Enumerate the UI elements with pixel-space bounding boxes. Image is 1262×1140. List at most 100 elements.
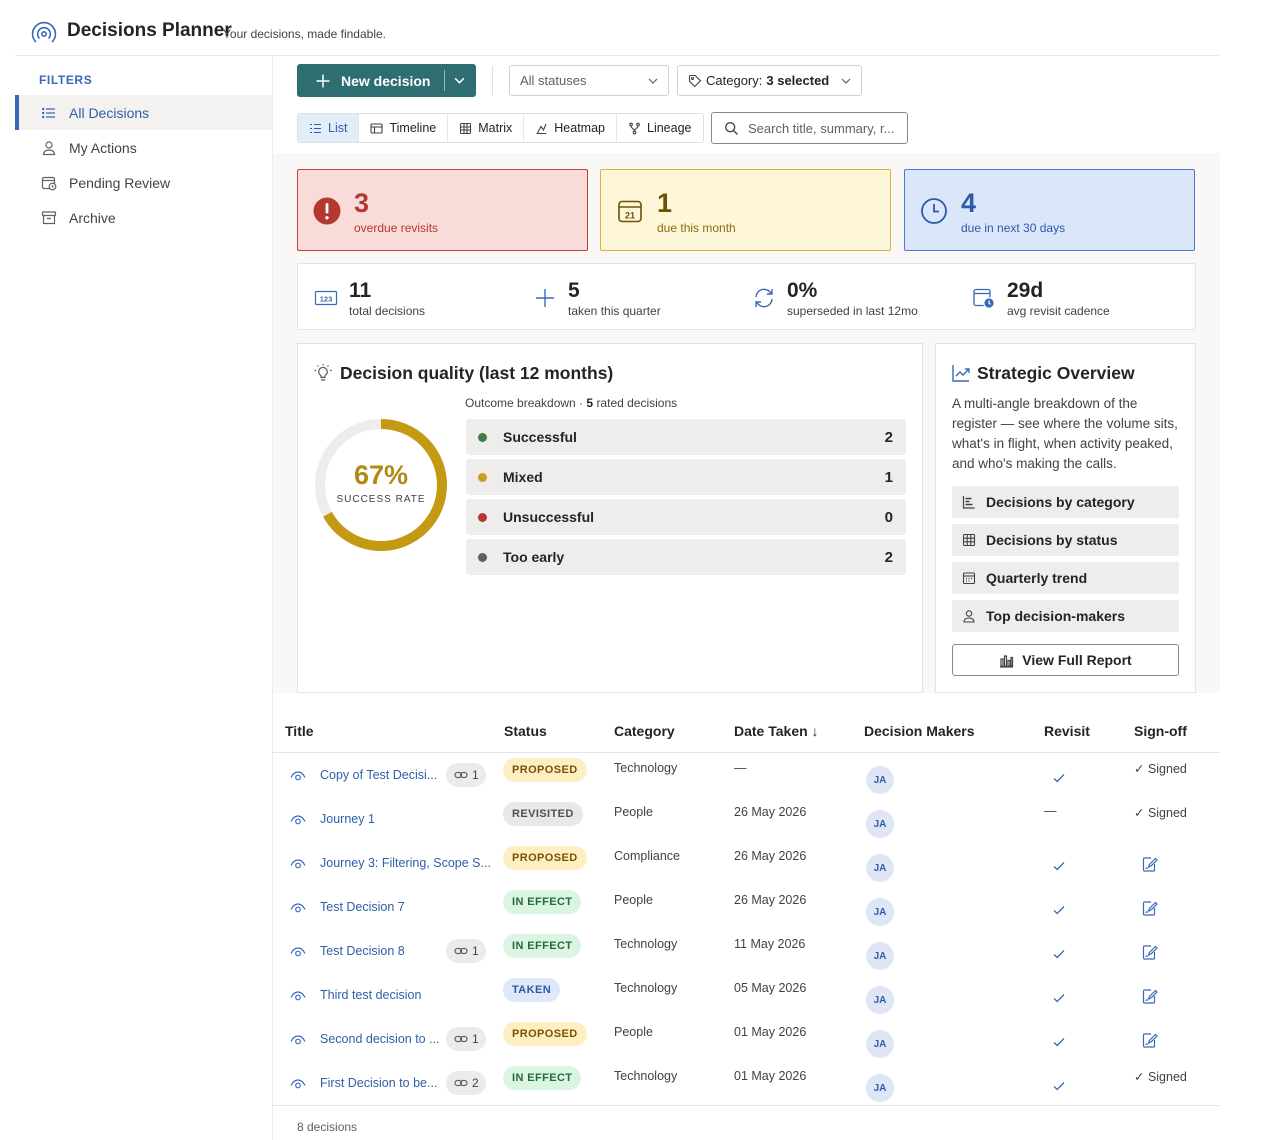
outcome-row-mixed[interactable]: Mixed 1 xyxy=(466,459,906,495)
sidebar-item-my-actions[interactable]: My Actions xyxy=(15,130,272,165)
table-row[interactable]: Copy of Test Decisi... 1 PROPOSED Technolog… xyxy=(273,753,1220,797)
column-header-date-taken[interactable]: Date Taken ↓ xyxy=(734,723,819,739)
eye-icon[interactable] xyxy=(290,900,306,916)
number-icon: 123 xyxy=(314,290,338,306)
sidebar-item-pending-review[interactable]: Pending Review xyxy=(15,165,272,200)
chevron-down-icon[interactable] xyxy=(453,74,466,87)
eye-icon[interactable] xyxy=(290,1076,306,1092)
column-header-revisit[interactable]: Revisit xyxy=(1044,723,1090,739)
tab-heatmap[interactable]: Heatmap xyxy=(524,114,617,142)
calendar-icon xyxy=(962,572,976,585)
column-header-category[interactable]: Category xyxy=(614,723,675,739)
eye-icon[interactable] xyxy=(290,1032,306,1048)
table-row[interactable]: Test Decision 7 IN EFFECT People 26 May 202… xyxy=(273,885,1220,929)
decision-title-link[interactable]: Copy of Test Decisi... xyxy=(320,768,437,782)
category-cell: Technology xyxy=(614,981,678,995)
column-header-status[interactable]: Status xyxy=(504,723,547,739)
avatar[interactable]: JA xyxy=(866,942,894,970)
tab-matrix[interactable]: Matrix xyxy=(448,114,525,142)
status-badge: PROPOSED xyxy=(503,758,587,782)
tab-timeline[interactable]: Timeline xyxy=(359,114,449,142)
view-full-report-button[interactable]: View Full Report xyxy=(952,644,1179,676)
category-filter-select[interactable]: Category: 3 selected xyxy=(677,65,862,96)
tag-icon xyxy=(688,74,702,87)
quarterly-trend-button[interactable]: Quarterly trend xyxy=(952,562,1179,594)
kpi-due-next-30-days[interactable]: 4 due in next 30 days xyxy=(904,169,1195,251)
signoff-status: ✓ Signed xyxy=(1134,762,1187,776)
linked-decisions-badge[interactable]: 2 xyxy=(446,1071,486,1095)
status-filter-select[interactable]: All statuses xyxy=(509,65,669,96)
table-row[interactable]: First Decision to be... 2 IN EFFECT Technol… xyxy=(273,1061,1220,1105)
avatar[interactable]: JA xyxy=(866,854,894,882)
sign-document-icon[interactable] xyxy=(1141,1032,1158,1049)
new-decision-button[interactable]: New decision xyxy=(297,64,476,97)
decision-title-link[interactable]: Second decision to ... xyxy=(320,1032,440,1046)
tab-list[interactable]: List xyxy=(298,114,360,142)
decision-title-link[interactable]: Journey 3: Filtering, Scope S... xyxy=(320,856,491,870)
outcome-row-too-early[interactable]: Too early 2 xyxy=(466,539,906,575)
stat-label: taken this quarter xyxy=(568,304,661,318)
avatar[interactable]: JA xyxy=(866,1074,894,1102)
search-icon xyxy=(725,121,738,135)
sign-document-icon[interactable] xyxy=(1141,988,1158,1005)
decisions-by-status-button[interactable]: Decisions by status xyxy=(952,524,1179,556)
calendar-clock-icon xyxy=(973,288,995,309)
column-header-title[interactable]: Title xyxy=(285,723,314,739)
decision-title-link[interactable]: Test Decision 7 xyxy=(320,900,405,914)
decisions-by-category-button[interactable]: Decisions by category xyxy=(952,486,1179,518)
avatar[interactable]: JA xyxy=(866,766,894,794)
sign-document-icon[interactable] xyxy=(1141,856,1158,873)
table-row[interactable]: Journey 1 REVISITED People 26 May 2026 JA — ✓ … xyxy=(273,797,1220,841)
avatar[interactable]: JA xyxy=(866,810,894,838)
decision-title-link[interactable]: Journey 1 xyxy=(320,812,375,826)
calendar-clock-icon xyxy=(41,176,57,190)
sidebar-item-all-decisions[interactable]: All Decisions xyxy=(15,95,272,130)
column-header-decision-makers[interactable]: Decision Makers xyxy=(864,723,975,739)
tab-lineage[interactable]: Lineage xyxy=(617,114,703,142)
avatar[interactable]: JA xyxy=(866,898,894,926)
decision-title-link[interactable]: Test Decision 8 xyxy=(320,944,405,958)
date-taken-cell: 05 May 2026 xyxy=(734,981,807,995)
eye-icon[interactable] xyxy=(290,988,306,1004)
status-dot xyxy=(478,512,487,522)
table-row[interactable]: Test Decision 8 1 IN EFFECT Technology 11 Ma… xyxy=(273,929,1220,973)
app-tagline: Your decisions, made findable. xyxy=(223,27,386,41)
sign-document-icon[interactable] xyxy=(1141,900,1158,917)
sign-document-icon[interactable] xyxy=(1141,944,1158,961)
avatar[interactable]: JA xyxy=(866,1030,894,1058)
stat-value: 11 xyxy=(349,279,372,302)
lightbulb-icon xyxy=(314,364,332,381)
table-row[interactable]: Third test decision TAKEN Technology 05 May… xyxy=(273,973,1220,1017)
avatar[interactable]: JA xyxy=(866,986,894,1014)
linked-decisions-badge[interactable]: 1 xyxy=(446,1027,486,1051)
sidebar-item-archive[interactable]: Archive xyxy=(15,200,272,235)
table-row[interactable]: Second decision to ... 1 PROPOSED People 01 … xyxy=(273,1017,1220,1061)
status-badge: PROPOSED xyxy=(503,1022,587,1046)
kpi-value: 4 xyxy=(961,188,977,218)
search-input[interactable]: Search title, summary, r... xyxy=(711,112,908,144)
eye-icon[interactable] xyxy=(290,768,306,784)
outcome-row-successful[interactable]: Successful 2 xyxy=(466,419,906,455)
category-cell: Compliance xyxy=(614,849,681,863)
outcome-row-unsuccessful[interactable]: Unsuccessful 0 xyxy=(466,499,906,535)
strategic-overview-card: Strategic Overview A multi-angle breakdo… xyxy=(935,343,1196,693)
top-decision-makers-button[interactable]: Top decision-makers xyxy=(952,600,1179,632)
eye-icon[interactable] xyxy=(290,856,306,872)
button-label: Decisions by status xyxy=(986,532,1118,548)
column-header-sign-off[interactable]: Sign-off xyxy=(1134,723,1187,739)
eye-icon[interactable] xyxy=(290,944,306,960)
decision-title-link[interactable]: First Decision to be... xyxy=(320,1076,437,1090)
kpi-due-this-month[interactable]: 21 1 due this month xyxy=(600,169,891,251)
kpi-label: due this month xyxy=(657,221,736,235)
alert-icon xyxy=(313,197,341,225)
chevron-down-icon xyxy=(841,78,851,84)
check-icon xyxy=(1052,771,1066,785)
plus-icon xyxy=(536,289,554,307)
linked-decisions-badge[interactable]: 1 xyxy=(446,763,486,787)
linked-decisions-badge[interactable]: 1 xyxy=(446,939,486,963)
kpi-overdue-revisits[interactable]: 3 overdue revisits xyxy=(297,169,588,251)
decision-title-link[interactable]: Third test decision xyxy=(320,988,421,1002)
app-title: Decisions Planner xyxy=(67,20,232,41)
table-row[interactable]: Journey 3: Filtering, Scope S... PROPOSED… xyxy=(273,841,1220,885)
eye-icon[interactable] xyxy=(290,812,306,828)
